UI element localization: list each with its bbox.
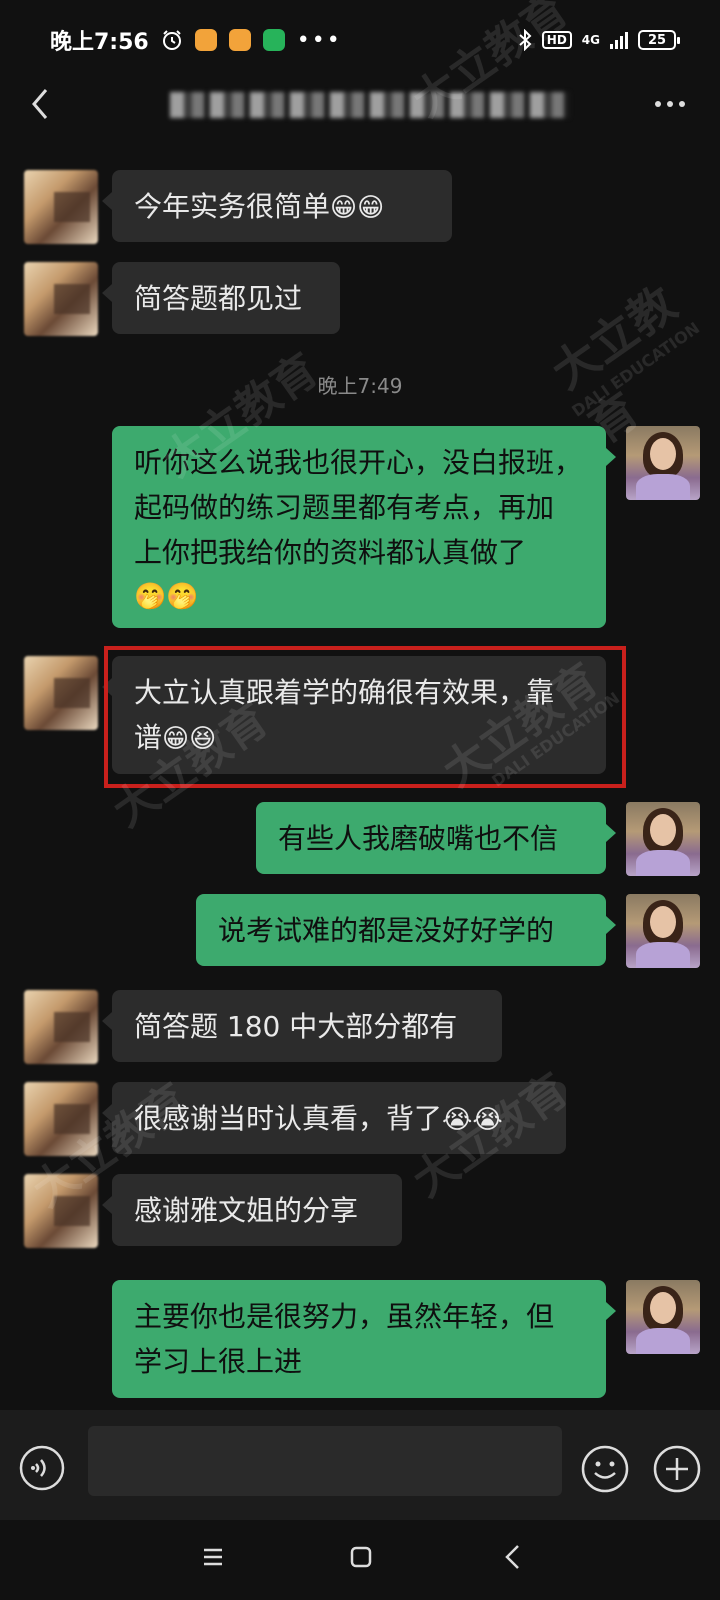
message-bubble-outgoing[interactable]: 说考试难的都是没好好学的 xyxy=(196,894,616,966)
bluetooth-icon xyxy=(519,29,532,51)
message-bubble-incoming[interactable]: 今年实务很简单😁😁 xyxy=(102,170,452,242)
signal-icon xyxy=(610,31,628,49)
message-bubble-outgoing[interactable]: 主要你也是很努力，虽然年轻，但 学习上很上进 xyxy=(112,1280,616,1398)
contact-avatar[interactable] xyxy=(24,262,98,336)
message-line: 听你这么说我也很开心，没白报班， xyxy=(134,446,583,479)
message-bubble-incoming[interactable]: 简答题都见过 xyxy=(102,262,340,334)
status-right: HD 4G 25 xyxy=(518,29,680,51)
chat-title-blurred: ▚▞▟▙▞▚▟▞▙▚ xyxy=(170,92,570,118)
hd-badge: HD xyxy=(541,31,572,49)
message-bubble-incoming[interactable]: 简答题 180 中大部分都有 xyxy=(102,990,502,1062)
message-line: 上你把我给你的资料都认真做了 xyxy=(134,536,527,569)
message-line: 学习上很上进 xyxy=(134,1345,303,1378)
contact-avatar[interactable] xyxy=(24,1082,98,1156)
message-text: 简答题都见过 xyxy=(134,282,303,315)
contact-avatar[interactable] xyxy=(24,1174,98,1248)
network-label: 4G xyxy=(581,33,600,47)
highlight-box xyxy=(104,646,626,788)
status-time: 晚上7:56 xyxy=(50,30,149,55)
emoji: 🤭🤭 xyxy=(134,582,199,612)
back-arrow-icon[interactable] xyxy=(26,86,56,122)
my-avatar[interactable] xyxy=(626,802,700,876)
notes-app-icon xyxy=(194,29,217,51)
notes-app-icon-2 xyxy=(228,29,251,51)
chat-screen: 晚上7:56 ••• HD 4G 25 ▚▞ xyxy=(0,0,720,1600)
system-back-icon[interactable] xyxy=(500,1542,526,1572)
more-options-icon[interactable] xyxy=(650,90,690,118)
message-bubble-incoming[interactable]: 很感谢当时认真看，背了😭😭 xyxy=(102,1082,566,1154)
battery-indicator: 25 xyxy=(638,30,680,50)
message-list[interactable]: 今年实务很简单😁😁 简答题都见过 晚上7:49 听你这么说我也很开心，没白报班，… xyxy=(0,128,720,1410)
system-navigation-bar xyxy=(0,1520,720,1600)
emoji: 😁😁 xyxy=(330,193,385,223)
emoji: 😭😭 xyxy=(442,1105,503,1135)
emoji-picker-icon[interactable] xyxy=(580,1444,630,1494)
my-avatar[interactable] xyxy=(626,426,700,500)
alarm-icon xyxy=(162,30,181,50)
message-line: 起码做的练习题里都有考点，再加 xyxy=(134,491,555,524)
my-avatar[interactable] xyxy=(626,1280,700,1354)
message-text: 很感谢当时认真看，背了 xyxy=(134,1102,443,1135)
add-attachment-icon[interactable] xyxy=(652,1444,702,1494)
message-text: 说考试难的都是没好好学的 xyxy=(218,914,555,947)
message-text: 简答题 180 中大部分都有 xyxy=(134,1010,458,1043)
message-bubble-outgoing[interactable]: 有些人我磨破嘴也不信 xyxy=(256,802,616,874)
contact-avatar[interactable] xyxy=(24,990,98,1064)
chat-header: ▚▞▟▙▞▚▟▞▙▚ xyxy=(0,80,720,128)
voice-input-icon[interactable] xyxy=(18,1444,66,1492)
recent-apps-icon[interactable] xyxy=(200,1544,226,1570)
my-avatar[interactable] xyxy=(626,894,700,968)
status-bar: 晚上7:56 ••• HD 4G 25 xyxy=(0,0,720,80)
status-left: 晚上7:56 ••• xyxy=(50,24,342,56)
message-input[interactable] xyxy=(88,1426,562,1496)
message-text: 今年实务很简单 xyxy=(134,190,331,223)
contact-avatar[interactable] xyxy=(24,656,98,730)
input-bar xyxy=(0,1410,720,1520)
message-bubble-outgoing[interactable]: 听你这么说我也很开心，没白报班， 起码做的练习题里都有考点，再加 上你把我给你的… xyxy=(112,426,616,628)
shield-app-icon xyxy=(262,29,285,51)
message-text: 感谢雅文姐的分享 xyxy=(134,1194,359,1227)
home-icon[interactable] xyxy=(348,1544,374,1570)
message-timestamp: 晚上7:49 xyxy=(317,374,403,398)
more-notifications-icon: ••• xyxy=(296,27,342,53)
message-line: 主要你也是很努力，虽然年轻，但 xyxy=(134,1300,555,1333)
contact-avatar[interactable] xyxy=(24,170,98,244)
message-text: 有些人我磨破嘴也不信 xyxy=(278,822,559,855)
message-bubble-incoming[interactable]: 感谢雅文姐的分享 xyxy=(102,1174,402,1246)
